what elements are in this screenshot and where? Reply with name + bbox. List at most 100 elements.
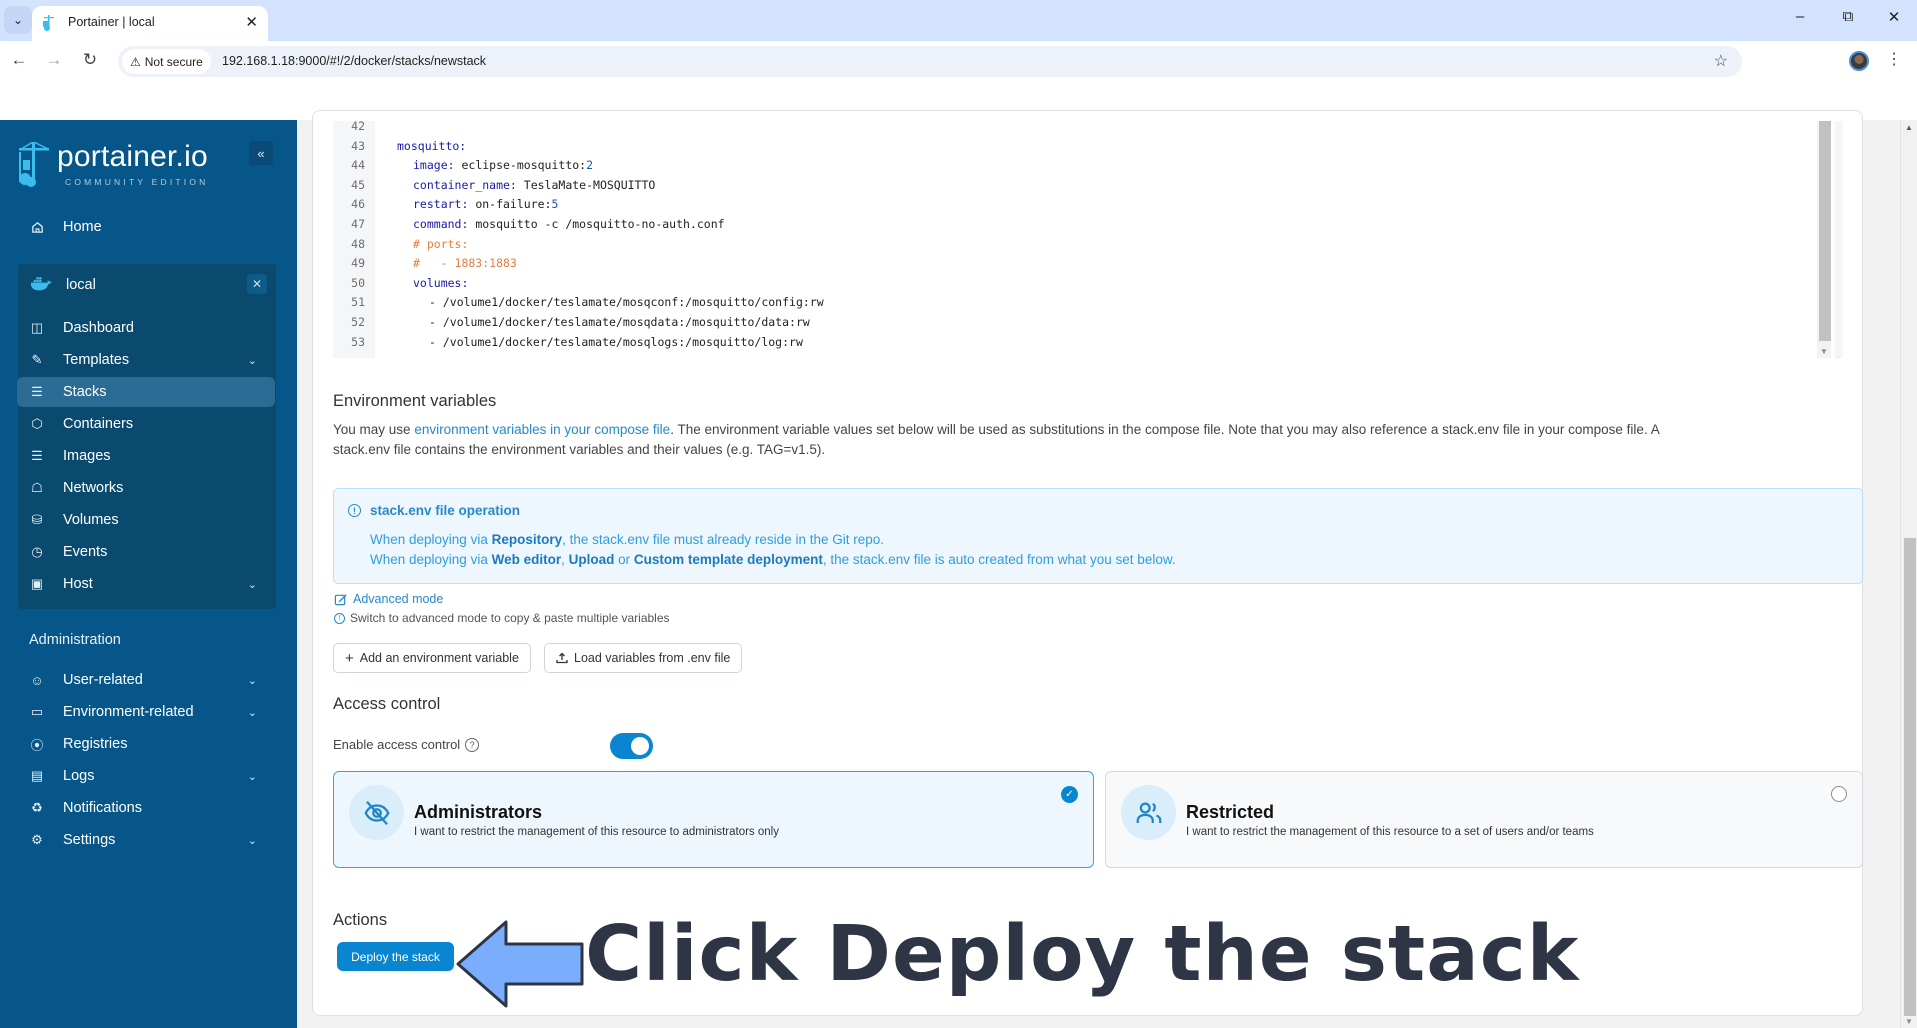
env-vars-description: You may use environment variables in you… bbox=[333, 420, 1863, 460]
code-token: 2 bbox=[586, 158, 594, 173]
editor-code-area[interactable]: mosquitto: image: eclipse-mosquitto:2 cont… bbox=[375, 121, 1835, 358]
option-description: I want to restrict the management of thi… bbox=[414, 826, 779, 838]
edit-icon bbox=[334, 593, 347, 605]
access-option-administrators[interactable]: Administrators I want to restrict the ma… bbox=[333, 771, 1094, 868]
chevron-down-icon[interactable]: ⌄ bbox=[248, 578, 257, 591]
window-close-icon[interactable]: ✕ bbox=[1874, 8, 1914, 26]
sidebar-item-environment-related[interactable]: ▭ Environment-related ⌄ bbox=[17, 697, 275, 727]
environment-name: local bbox=[66, 277, 96, 293]
radio-unselected[interactable] bbox=[1831, 786, 1847, 802]
sidebar-item-events[interactable]: ◷ Events bbox=[17, 537, 275, 567]
sidebar-item-label: Images bbox=[63, 448, 111, 464]
annotation-text: Click Deploy the stack bbox=[585, 910, 1580, 999]
sidebar-item-label: Networks bbox=[63, 480, 124, 496]
box-icon: ⬡ bbox=[31, 416, 43, 431]
sidebar-item-dashboard[interactable]: ◫ Dashboard bbox=[17, 313, 275, 343]
info-title: stack.env file operation bbox=[370, 503, 521, 518]
advanced-mode-link[interactable]: Advanced mode bbox=[334, 592, 443, 606]
page-scrollbar-thumb[interactable] bbox=[1904, 538, 1916, 1016]
sidebar-item-notifications[interactable]: ♻ Notifications bbox=[17, 793, 275, 823]
plus-icon: + bbox=[345, 649, 354, 667]
sidebar-item-label: Registries bbox=[63, 736, 128, 752]
deploy-stack-button[interactable]: Deploy the stack bbox=[337, 942, 454, 971]
gear-icon: ⚙ bbox=[31, 832, 43, 847]
info-text: , the stack.env file is auto created fro… bbox=[822, 552, 1176, 567]
close-environment-button[interactable]: ✕ bbox=[247, 274, 267, 294]
scroll-down-arrow-icon[interactable]: ▼ bbox=[1905, 1017, 1913, 1026]
sidebar-item-logs[interactable]: ▤ Logs ⌄ bbox=[17, 761, 275, 791]
code-token: mosquitto: bbox=[397, 138, 467, 153]
sidebar-item-templates[interactable]: ✎ Templates ⌄ bbox=[17, 345, 275, 375]
scroll-down-arrow-icon[interactable]: ▼ bbox=[1820, 347, 1828, 356]
help-circle-icon[interactable]: ? bbox=[465, 738, 480, 752]
url-text[interactable]: 192.168.1.18:9000/#!/2/docker/stacks/new… bbox=[222, 54, 486, 68]
environment-header[interactable]: local ✕ bbox=[18, 264, 276, 308]
sidebar-item-stacks[interactable]: ☰ Stacks bbox=[17, 377, 275, 407]
bookmark-star-icon[interactable]: ☆ bbox=[1714, 51, 1728, 71]
line-number: 48 bbox=[351, 236, 365, 251]
sidebar-item-host[interactable]: ▣ Host ⌄ bbox=[17, 569, 275, 599]
tab-search-button[interactable]: ⌄ bbox=[4, 6, 32, 34]
code-token: # - 1883:1883 bbox=[413, 256, 517, 271]
sidebar-item-networks[interactable]: ☖ Networks bbox=[17, 473, 275, 503]
sidebar-item-home[interactable]: Home bbox=[17, 212, 275, 242]
tab-title: Portainer | local bbox=[68, 15, 155, 29]
chevron-down-icon[interactable]: ⌄ bbox=[248, 354, 257, 367]
restore-icon[interactable]: ⧉ bbox=[1828, 8, 1868, 25]
code-line: image: eclipse-mosquitto:2 bbox=[413, 158, 593, 172]
chevron-down-icon[interactable]: ⌄ bbox=[248, 674, 257, 687]
browser-toolbar: ← → ↻ ⚠ Not secure 192.168.1.18:9000/#!/… bbox=[0, 41, 1917, 81]
profile-avatar[interactable] bbox=[1849, 51, 1869, 71]
line-number: 53 bbox=[351, 334, 365, 349]
address-bar[interactable]: ⚠ Not secure 192.168.1.18:9000/#!/2/dock… bbox=[118, 46, 1742, 77]
line-number: 52 bbox=[351, 315, 365, 329]
sidebar-item-images[interactable]: ☰ Images bbox=[17, 441, 275, 471]
add-env-variable-button[interactable]: + Add an environment variable bbox=[333, 643, 531, 673]
scroll-up-arrow-icon[interactable]: ▲ bbox=[1905, 123, 1913, 132]
env-vars-docs-link[interactable]: environment variables in your compose fi… bbox=[414, 422, 670, 437]
sidebar-item-containers[interactable]: ⬡ Containers bbox=[17, 409, 275, 439]
clock-icon: ◷ bbox=[31, 544, 43, 559]
chevron-down-icon[interactable]: ⌄ bbox=[248, 834, 257, 847]
editor-scrollbar[interactable]: ▼ bbox=[1817, 121, 1831, 358]
info-line-web-editor: When deploying via Web editor, Upload or… bbox=[370, 552, 1176, 567]
access-control-toggle[interactable] bbox=[610, 733, 653, 759]
code-token: volumes: bbox=[413, 275, 469, 290]
edit-icon: ✎ bbox=[31, 352, 43, 367]
browser-tab[interactable]: Portainer | local ✕ bbox=[32, 6, 268, 41]
chevron-down-icon[interactable]: ⌄ bbox=[248, 770, 257, 783]
browser-menu-icon[interactable]: ⋮ bbox=[1886, 49, 1902, 69]
not-secure-chip[interactable]: ⚠ Not secure bbox=[122, 49, 211, 74]
minimize-icon[interactable]: – bbox=[1780, 8, 1820, 25]
chevron-down-icon[interactable]: ⌄ bbox=[248, 706, 257, 719]
sidebar-item-registries[interactable]: ⦿ Registries bbox=[17, 729, 275, 759]
sidebar-item-settings[interactable]: ⚙ Settings ⌄ bbox=[17, 825, 275, 855]
reload-icon[interactable]: ↻ bbox=[78, 50, 102, 70]
code-token: # ports: bbox=[413, 236, 469, 251]
sidebar-item-label: Notifications bbox=[63, 800, 142, 816]
browser-tab-strip: ⌄ Portainer | local ✕ – ⧉ ✕ bbox=[0, 0, 1917, 41]
add-env-variable-label: Add an environment variable bbox=[359, 651, 519, 665]
actions-heading: Actions bbox=[333, 911, 388, 929]
forward-arrow-icon[interactable]: → bbox=[42, 50, 66, 70]
sidebar-item-volumes[interactable]: ⛁ Volumes bbox=[17, 505, 275, 535]
compose-code-editor[interactable]: 42 43 44 45 46 47 48 49 50 51 52 53 mosquitto: image… bbox=[333, 119, 1843, 358]
sidebar-item-label: Volumes bbox=[63, 512, 119, 528]
portainer-crane-icon bbox=[19, 142, 49, 187]
page-scrollbar[interactable]: ▲ ▼ bbox=[1900, 120, 1917, 1028]
sidebar-item-user-related[interactable]: ☺ User-related ⌄ bbox=[17, 665, 275, 695]
editor-gutter: 42 43 44 45 46 47 48 49 50 51 52 53 bbox=[333, 119, 375, 358]
env-desc-suffix: . The environment variable values set be… bbox=[670, 422, 1660, 437]
env-desc-line2: stack.env file contains the environment … bbox=[333, 442, 826, 457]
env-desc-prefix: You may use bbox=[333, 422, 415, 437]
collapse-sidebar-button[interactable]: « bbox=[249, 141, 273, 165]
access-option-restricted[interactable]: Restricted I want to restrict the manage… bbox=[1105, 771, 1863, 868]
info-line-repository: When deploying via Repository, the stack… bbox=[370, 532, 884, 547]
info-icon: ! bbox=[348, 504, 361, 517]
code-token: on-failure: bbox=[468, 197, 552, 212]
editor-scrollbar-thumb[interactable] bbox=[1819, 121, 1831, 341]
back-arrow-icon[interactable]: ← bbox=[7, 50, 31, 70]
logo-subtext: COMMUNITY EDITION bbox=[65, 177, 209, 187]
tab-close-icon[interactable]: ✕ bbox=[245, 13, 258, 31]
load-env-file-button[interactable]: Load variables from .env file bbox=[544, 643, 743, 673]
